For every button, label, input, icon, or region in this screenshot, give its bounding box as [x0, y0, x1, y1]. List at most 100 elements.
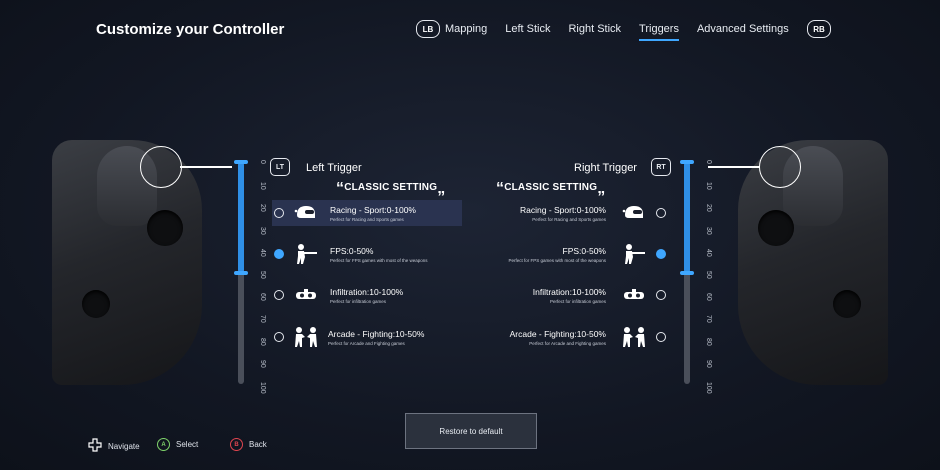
right-preset-racing-title: Racing - Sport:0-100% [520, 204, 606, 215]
left-preset-arcade-title: Arcade - Fighting:10-50% [328, 328, 425, 339]
left-radio-infiltration[interactable] [274, 290, 284, 300]
right-preset-heading-text: CLASSIC SETTING [504, 182, 598, 193]
scale-tick: 30 [259, 226, 266, 235]
right-preset-arcade-title: Arcade - Fighting:10-50% [509, 328, 606, 339]
scale-tick: 100 [259, 382, 266, 394]
left-trigger-highlight [140, 146, 182, 188]
right-trigger-scale: 0 10 20 30 40 50 60 70 80 90 100 [705, 158, 724, 394]
lb-bumper-icon[interactable]: LB [416, 20, 440, 38]
scale-tick: 90 [259, 359, 266, 368]
right-preset-infiltration-title: Infiltration:10-100% [532, 286, 606, 297]
gunner-icon [292, 243, 320, 265]
left-trigger-max-handle[interactable] [234, 271, 248, 275]
right-trigger-label: Right Trigger [574, 162, 637, 174]
right-preset-infiltration-desc: Perfect for infiltration games [549, 298, 606, 304]
left-preset-infiltration-title: Infiltration:10-100% [330, 286, 404, 297]
right-trigger-highlight [759, 146, 801, 188]
goggles-icon [292, 284, 320, 306]
left-radio-fps[interactable] [274, 249, 284, 259]
tab-left-stick[interactable]: Left Stick [505, 23, 550, 41]
right-radio-arcade[interactable] [656, 332, 666, 342]
tab-mapping[interactable]: Mapping [445, 23, 487, 41]
scale-tick: 0 [705, 160, 712, 164]
right-preset-fps-title: FPS:0-50% [562, 245, 606, 256]
left-preset-arcade-desc: Perfect for Arcade and Fighting games [328, 340, 405, 346]
left-radio-racing[interactable] [274, 208, 284, 218]
left-preset-arcade[interactable]: Arcade - Fighting:10-50% Perfect for Arc… [272, 324, 462, 350]
left-preset-fps-desc: Perfect for FPS games with most of the w… [330, 257, 428, 263]
right-radio-infiltration[interactable] [656, 290, 666, 300]
right-preset-fps[interactable]: FPS:0-50% Perfect for FPS games with mos… [478, 241, 668, 267]
left-preset-racing-desc: Perfect for Racing and Sports games [330, 216, 404, 222]
right-radio-fps[interactable] [656, 249, 666, 259]
left-preset-heading-text: CLASSIC SETTING [344, 182, 438, 193]
left-trigger-label: Left Trigger [306, 162, 362, 174]
page-title: Customize your Controller [96, 21, 285, 38]
scale-tick: 20 [259, 204, 266, 213]
tab-triggers[interactable]: Triggers [639, 23, 679, 41]
left-preset-fps[interactable]: FPS:0-50% Perfect for FPS games with mos… [272, 241, 462, 267]
helmet-icon [292, 202, 320, 224]
fighters-icon [620, 326, 648, 348]
left-preset-infiltration-desc: Perfect for infiltration games [330, 298, 387, 304]
right-preset-racing[interactable]: Racing - Sport:0-100% Perfect for Racing… [478, 200, 668, 226]
lt-badge-icon: LT [270, 158, 290, 176]
right-preset-fps-desc: Perfect for FPS games with most of the w… [508, 257, 606, 263]
hint-navigate: Navigate [88, 438, 140, 454]
tab-right-stick[interactable]: Right Stick [568, 23, 621, 41]
goggles-icon [620, 284, 648, 306]
gunner-icon [620, 243, 648, 265]
right-trigger-min-handle[interactable] [680, 160, 694, 164]
scale-tick: 60 [259, 293, 266, 301]
scale-tick: 40 [259, 248, 266, 257]
a-button-icon: A [157, 438, 170, 451]
right-radio-racing[interactable] [656, 208, 666, 218]
scale-tick: 100 [705, 382, 712, 394]
left-trigger-min-handle[interactable] [234, 160, 248, 164]
scale-tick: 70 [259, 315, 266, 324]
left-preset-fps-title: FPS:0-50% [330, 245, 374, 256]
scale-tick: 0 [259, 160, 266, 164]
scale-tick: 20 [705, 204, 712, 213]
right-trigger-range-fill [684, 162, 690, 273]
tab-advanced-settings[interactable]: Advanced Settings [697, 23, 789, 41]
right-preset-heading: “CLASSIC SETTING„ [496, 180, 605, 198]
right-preset-infiltration[interactable]: Infiltration:10-100% Perfect for infiltr… [478, 282, 668, 308]
scale-tick: 60 [705, 293, 712, 301]
right-trigger-slider[interactable] [680, 160, 694, 384]
helmet-icon [620, 202, 648, 224]
right-preset-arcade[interactable]: Arcade - Fighting:10-50% Perfect for Arc… [478, 324, 668, 350]
scale-tick: 90 [705, 359, 712, 368]
left-preset-racing-title: Racing - Sport:0-100% [330, 204, 416, 215]
right-trigger-max-handle[interactable] [680, 271, 694, 275]
scale-tick: 30 [705, 226, 712, 235]
hint-navigate-label: Navigate [108, 441, 140, 451]
right-preset-arcade-desc: Perfect for Arcade and Fighting games [529, 340, 606, 346]
scale-tick: 50 [259, 271, 266, 279]
rt-badge-icon: RT [651, 158, 671, 176]
scale-tick: 80 [259, 337, 266, 346]
left-radio-arcade[interactable] [274, 332, 284, 342]
b-button-icon: B [230, 438, 243, 451]
scale-tick: 50 [705, 271, 712, 279]
left-trigger-pointer-line [180, 166, 232, 168]
close-quote: „ [597, 180, 606, 197]
hint-back: B Back [230, 438, 267, 451]
left-preset-heading: “CLASSIC SETTING„ [336, 180, 445, 198]
restore-default-button[interactable]: Restore to default [405, 413, 537, 449]
scale-tick: 70 [705, 315, 712, 324]
fighters-icon [292, 326, 320, 348]
scale-tick: 40 [705, 248, 712, 257]
rb-bumper-icon[interactable]: RB [807, 20, 831, 38]
left-preset-infiltration[interactable]: Infiltration:10-100% Perfect for infiltr… [272, 282, 462, 308]
left-preset-racing[interactable]: Racing - Sport:0-100% Perfect for Racing… [272, 200, 462, 226]
left-trigger-range-fill [238, 162, 244, 273]
left-trigger-scale: 0 10 20 30 40 50 60 70 80 90 100 [259, 158, 278, 394]
close-quote: „ [437, 180, 446, 197]
hint-select-label: Select [176, 440, 199, 449]
dpad-icon [88, 438, 102, 454]
left-trigger-slider[interactable] [234, 160, 248, 384]
open-quote: “ [336, 180, 345, 197]
scale-tick: 80 [705, 337, 712, 346]
hint-select: A Select [157, 438, 198, 451]
